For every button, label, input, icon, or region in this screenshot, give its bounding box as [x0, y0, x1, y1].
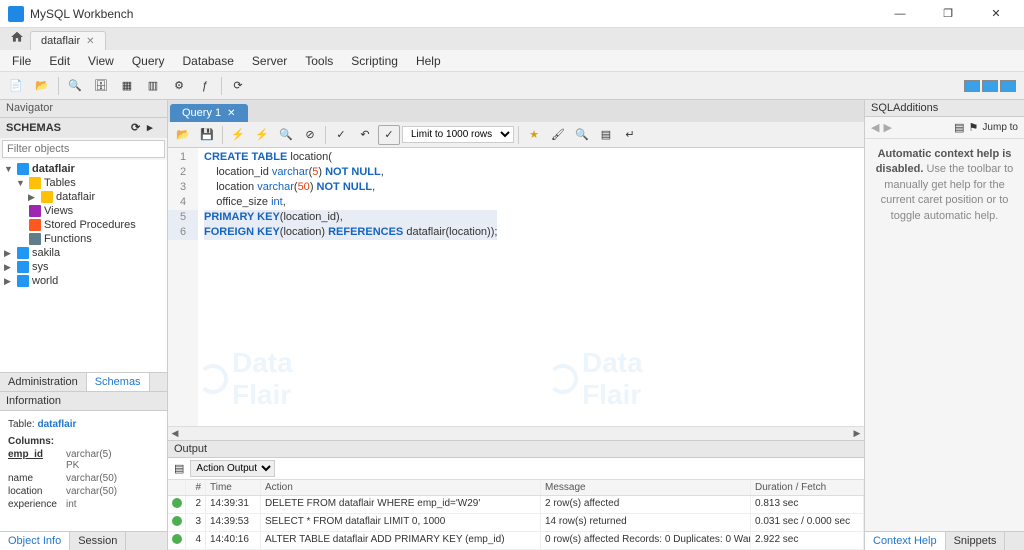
rollback-button[interactable]: ↶	[354, 125, 376, 145]
output-row[interactable]: 314:39:53SELECT * FROM dataflair LIMIT 0…	[168, 514, 864, 532]
menu-scripting[interactable]: Scripting	[343, 51, 406, 71]
object-info-tab[interactable]: Object Info	[0, 532, 70, 550]
connection-tab[interactable]: dataflair ✕	[30, 31, 106, 50]
menu-server[interactable]: Server	[244, 51, 295, 71]
open-file-button[interactable]: 📂	[172, 125, 194, 145]
help-forward-button[interactable]: ▶	[883, 121, 891, 134]
filter-objects-input[interactable]	[2, 140, 165, 158]
query-tab-label: Query 1	[182, 107, 221, 119]
info-columns-label: Columns:	[8, 436, 159, 447]
session-tab[interactable]: Session	[70, 532, 126, 550]
help-toolbar-icon[interactable]: ▤	[954, 121, 964, 134]
schemas-header: SCHEMAS	[6, 122, 61, 134]
open-sql-button[interactable]: 📂	[30, 75, 54, 97]
info-table-name: dataflair	[37, 419, 76, 430]
output-row[interactable]: 214:39:31DELETE FROM dataflair WHERE emp…	[168, 496, 864, 514]
new-schema-button[interactable]: 🗄	[89, 75, 113, 97]
save-file-button[interactable]: 💾	[196, 125, 218, 145]
app-icon	[8, 6, 24, 22]
schema-refresh-icon[interactable]: ⟳	[131, 121, 145, 135]
brush-button[interactable]: 🖌	[547, 125, 569, 145]
help-auto-icon[interactable]: ⚑	[969, 121, 979, 134]
wrap-button[interactable]: ↵	[619, 125, 641, 145]
tree-node-sakila[interactable]: ▶sakila	[4, 246, 163, 260]
close-tab-icon[interactable]: ✕	[86, 36, 94, 47]
menu-help[interactable]: Help	[408, 51, 449, 71]
context-help-message: Automatic context help is disabled. Use …	[865, 139, 1024, 531]
menu-view[interactable]: View	[80, 51, 122, 71]
close-button[interactable]: ✕	[976, 2, 1016, 26]
new-table-button[interactable]: ▦	[115, 75, 139, 97]
new-function-button[interactable]: ƒ	[193, 75, 217, 97]
new-view-button[interactable]: ▥	[141, 75, 165, 97]
query-tab[interactable]: Query 1 ✕	[170, 104, 248, 122]
tree-node-functions[interactable]: Functions	[4, 232, 163, 246]
output-row[interactable]: 414:40:16ALTER TABLE dataflair ADD PRIMA…	[168, 532, 864, 550]
sql-editor[interactable]: 123456 CREATE TABLE location( location_i…	[168, 148, 864, 426]
tree-node-views[interactable]: Views	[4, 204, 163, 218]
execute-current-button[interactable]: ⚡	[251, 125, 273, 145]
new-procedure-button[interactable]: ⚙	[167, 75, 191, 97]
window-title: MySQL Workbench	[30, 7, 880, 21]
toggle-bottom-panel[interactable]	[982, 80, 998, 92]
schemas-tab[interactable]: Schemas	[87, 373, 150, 391]
new-sql-tab-button[interactable]: 📄	[4, 75, 28, 97]
autocommit-button[interactable]: ✓	[378, 125, 400, 145]
tree-node-stored-procedures[interactable]: Stored Procedures	[4, 218, 163, 232]
toggle-left-panel[interactable]	[964, 80, 980, 92]
output-mode-select[interactable]: Action Output	[190, 460, 275, 477]
administration-tab[interactable]: Administration	[0, 373, 87, 391]
tree-node-tables[interactable]: ▼Tables	[4, 176, 163, 190]
menu-file[interactable]: File	[4, 51, 39, 71]
output-list-icon[interactable]: ▤	[174, 462, 184, 475]
toolbar-button[interactable]: ⟳	[226, 75, 250, 97]
navigator-header: Navigator	[0, 100, 167, 118]
snippets-tab[interactable]: Snippets	[946, 532, 1006, 550]
tree-node-world[interactable]: ▶world	[4, 274, 163, 288]
menu-edit[interactable]: Edit	[41, 51, 78, 71]
commit-button[interactable]: ✓	[330, 125, 352, 145]
output-header: Output	[168, 441, 864, 458]
help-back-button[interactable]: ◀	[871, 121, 879, 134]
search-button[interactable]: 🔍	[571, 125, 593, 145]
limit-rows-select[interactable]: Limit to 1000 rows	[402, 126, 514, 143]
inspector-button[interactable]: 🔍	[63, 75, 87, 97]
panel-toggles	[964, 80, 1016, 92]
close-query-tab-icon[interactable]: ✕	[227, 108, 235, 119]
tree-node-sys[interactable]: ▶sys	[4, 260, 163, 274]
jump-to-label[interactable]: Jump to	[982, 122, 1018, 133]
maximize-button[interactable]: ❐	[928, 2, 968, 26]
beautify-button[interactable]: ★	[523, 125, 545, 145]
menu-query[interactable]: Query	[124, 51, 173, 71]
execute-button[interactable]: ⚡	[227, 125, 249, 145]
toggle-right-panel[interactable]	[1000, 80, 1016, 92]
minimize-button[interactable]: —	[880, 2, 920, 26]
editor-horizontal-scrollbar[interactable]: ◀▶	[168, 426, 864, 440]
menu-tools[interactable]: Tools	[297, 51, 341, 71]
tree-node-dataflair[interactable]: ▼dataflair	[4, 162, 163, 176]
schema-expand-icon[interactable]: ▸	[147, 121, 161, 135]
tree-node-dataflair[interactable]: ▶dataflair	[4, 190, 163, 204]
home-icon[interactable]	[4, 27, 30, 50]
snippet-button[interactable]: ▤	[595, 125, 617, 145]
sql-additions-header: SQLAdditions	[865, 100, 1024, 117]
connection-tab-label: dataflair	[41, 35, 80, 47]
explain-button[interactable]: 🔍	[275, 125, 297, 145]
menu-database[interactable]: Database	[175, 51, 242, 71]
stop-button[interactable]: ⊘	[299, 125, 321, 145]
information-header: Information	[0, 391, 167, 411]
context-help-tab[interactable]: Context Help	[865, 532, 946, 550]
